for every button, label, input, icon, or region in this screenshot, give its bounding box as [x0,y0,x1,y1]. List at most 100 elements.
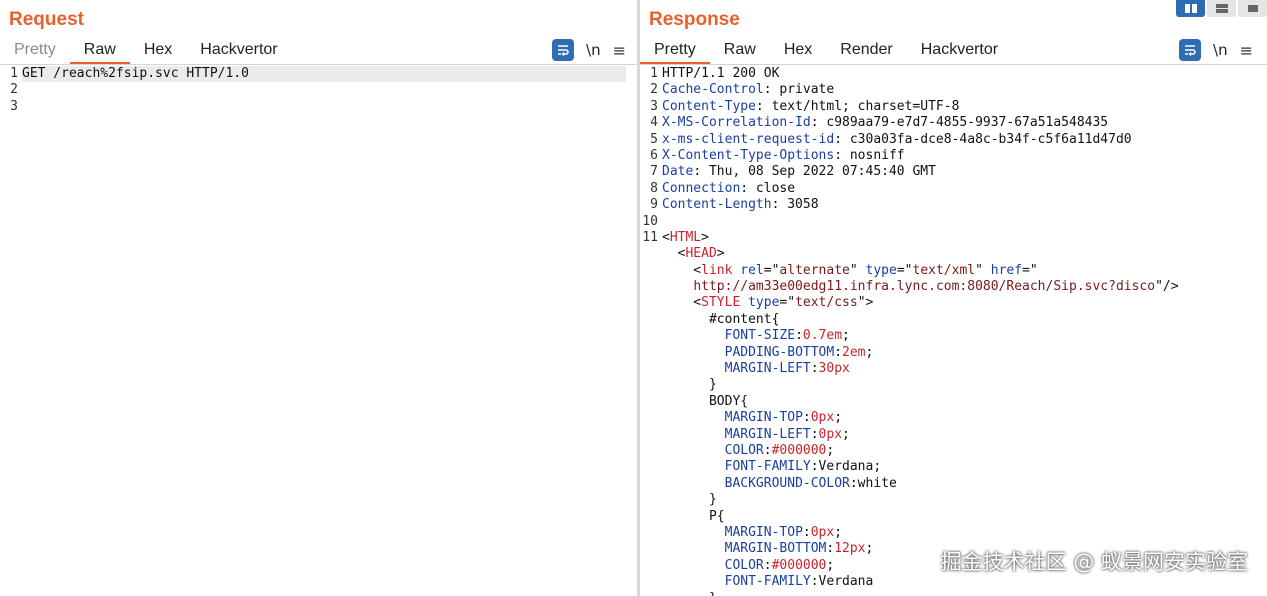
code-token: : 3058 [771,197,819,213]
line-text: X-Content-Type-Options: nosniff [662,148,905,164]
code-token: < [662,229,670,245]
code-token: =" [896,262,913,278]
code-token: text/css [795,295,858,311]
layout-tabs-button[interactable] [1238,0,1267,17]
response-menu-icon[interactable]: ≡ [1240,41,1253,60]
code-token: :white [849,475,897,491]
code-token: =" [779,295,796,311]
response-tab-raw[interactable]: Raw [710,38,770,64]
line-text: HTTP/1.1 200 OK [662,66,779,82]
line-text: } [662,492,717,508]
code-token: rel [740,262,764,278]
request-tab-pretty[interactable]: Pretty [0,38,70,64]
code-token: P{ [662,508,725,524]
request-tab-raw[interactable]: Raw [69,38,130,64]
code-line: FONT-FAMILY:Verdana; [640,459,1267,475]
line-number [640,295,662,311]
code-token: MARGIN-LEFT [724,426,811,442]
code-line: BACKGROUND-COLOR:white [640,476,1267,492]
code-token: http://am33e00edg11.infra.lync.com:8080/… [693,279,1156,295]
line-text: COLOR:#000000; [662,443,835,459]
code-token: HTML [669,229,702,245]
code-token: Content-Type [662,98,756,114]
code-token: =" [1022,262,1038,278]
response-tab-pretty[interactable]: Pretty [640,38,710,64]
layout-side-by-side-button[interactable] [1176,0,1205,17]
code-token: GET /reach%2fsip.svc HTTP/1.0 [22,66,249,81]
code-line: FONT-SIZE:0.7em; [640,328,1267,344]
code-line: 3 [0,99,637,115]
code-token: } [662,492,717,508]
code-token: COLOR [724,557,764,573]
line-number: 1 [650,66,658,81]
code-token: MARGIN-TOP [724,524,803,540]
response-tabs-divider [640,64,1267,65]
request-show-newlines-button[interactable]: \n [586,41,601,59]
code-line: } [640,492,1267,508]
line-text: MARGIN-LEFT:0px; [662,427,850,443]
request-editor[interactable]: 1 GET /reach%2fsip.svc HTTP/1.0 2 3 [0,66,637,115]
code-token: : Thu, 08 Sep 2022 07:45:40 GMT [693,164,936,180]
line-number: 11 [642,229,658,245]
request-menu-icon[interactable]: ≡ [613,41,626,60]
line-number: 2 [10,82,18,98]
code-token: : private [763,82,835,98]
code-token: text/xml [912,262,976,278]
code-token: : [795,328,803,344]
code-token: < [662,262,702,278]
layout-top-bottom-button[interactable] [1207,0,1236,17]
code-line: MARGIN-LEFT:30px [640,361,1267,377]
code-token: : [763,557,772,573]
code-token: ; [834,524,843,540]
line-text: MARGIN-TOP:0px; [662,525,842,541]
line-text: Content-Type: text/html; charset=UTF-8 [662,99,959,115]
line-text: } [662,377,717,393]
request-wrap-lines-button[interactable] [552,39,575,61]
line-number [640,410,662,426]
code-line: <STYLE type="text/css"> [640,295,1267,311]
line-number [640,361,662,377]
line-text: BACKGROUND-COLOR:white [662,476,897,492]
line-number [640,591,662,596]
response-tab-hackvertor[interactable]: Hackvertor [907,38,1012,64]
request-tab-hex[interactable]: Hex [130,38,186,64]
response-tabs: Pretty Raw Hex Render Hackvertor [640,38,1267,64]
code-token: BODY{ [662,393,749,409]
line-number: 2 [650,82,658,98]
request-title: Request [9,9,84,30]
code-token: X-MS-Correlation-Id [662,115,811,131]
code-token: "> [857,295,874,311]
code-token: : c30a03fa-dce8-4a8c-b34f-c5f6a11d47d0 [834,131,1132,147]
response-viewer[interactable]: 1 HTTP/1.1 200 OK 2 Cache-Control: private 3… [640,66,1267,596]
code-token: : text/html; charset=UTF-8 [755,98,960,114]
line-number [640,427,662,443]
line-text: GET /reach%2fsip.svc HTTP/1.0 [22,66,626,83]
response-tab-hex[interactable]: Hex [770,38,826,64]
code-line: 5 x-ms-client-request-id: c30a03fa-dce8-4… [640,132,1267,148]
code-token: href [990,262,1023,278]
code-token: :Verdana; [810,459,882,475]
code-line: 8 Connection: close [640,181,1267,197]
line-number [640,377,662,393]
response-show-newlines-button[interactable]: \n [1213,41,1228,59]
line-number: 3 [650,98,658,114]
request-tab-hackvertor[interactable]: Hackvertor [186,38,291,64]
code-token: 0px [810,410,835,426]
line-text: Content-Length: 3058 [662,197,819,213]
code-token: ; [842,328,850,344]
code-token: 2em [842,344,866,360]
line-text: FONT-FAMILY:Verdana; [662,459,882,475]
response-wrap-lines-button[interactable] [1179,39,1202,61]
code-token: :Verdana [810,574,874,590]
code-line: PADDING-BOTTOM:2em; [640,345,1267,361]
code-line: 11 <HTML> [640,230,1267,246]
response-tab-render[interactable]: Render [826,38,906,64]
code-line: 7 Date: Thu, 08 Sep 2022 07:45:40 GMT [640,164,1267,180]
request-toolbar: \n ≡ [552,38,626,62]
code-token: 0.7em [802,328,843,344]
code-token: Date [662,164,694,180]
